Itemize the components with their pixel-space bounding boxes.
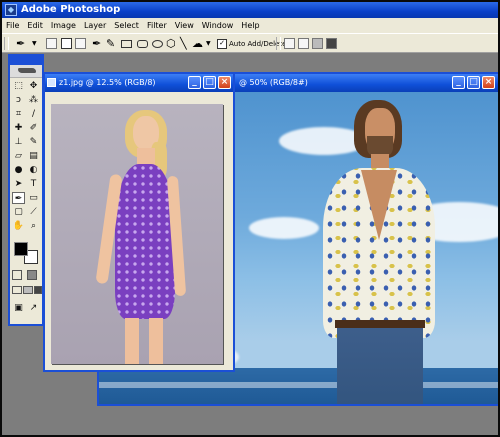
path-selection-icon[interactable]: ➤: [12, 178, 25, 190]
marquee-icon[interactable]: ⬚: [12, 80, 25, 92]
document-icon: [47, 78, 56, 87]
geometry-options-arrow-icon[interactable]: ▼: [206, 37, 211, 50]
woman-leg-right: [149, 318, 163, 364]
close-button[interactable]: ×: [482, 76, 495, 89]
blur-icon[interactable]: ●: [12, 164, 25, 176]
shape-layers-button[interactable]: [46, 38, 57, 49]
pen-tool-preset-icon[interactable]: ✒: [16, 37, 25, 50]
intersect-path-button[interactable]: [312, 38, 323, 49]
workspace: @ 50% (RGB/8#) _ □ × z1.jpg @ 12.5% (RGB…: [2, 53, 498, 435]
options-bar: ✒ ▼ ✒ ✎ ⬡ ╲ ☁ ▼ ✓ Auto Add/Delete: [2, 33, 498, 53]
subtract-from-path-button[interactable]: [298, 38, 309, 49]
slice-icon[interactable]: ∕: [27, 108, 40, 120]
magic-wand-icon[interactable]: ⁂: [27, 94, 40, 106]
type-icon[interactable]: T: [27, 178, 40, 190]
add-to-path-button[interactable]: [284, 38, 295, 49]
cloud: [249, 217, 319, 239]
line-shape-icon[interactable]: ╲: [180, 37, 187, 50]
screen-mode-full-icon[interactable]: [34, 286, 42, 294]
app-title: Adobe Photoshop: [21, 4, 121, 15]
pen-icon[interactable]: ✒: [12, 192, 25, 204]
custom-shape-icon[interactable]: ☁: [192, 37, 203, 50]
lasso-icon[interactable]: ↄ: [12, 94, 25, 106]
woman-leg-left: [125, 318, 139, 364]
shape-icon[interactable]: ▭: [27, 192, 40, 204]
menu-help[interactable]: Help: [237, 18, 263, 33]
healing-brush-icon[interactable]: ✚: [12, 122, 25, 134]
exclude-path-button[interactable]: [326, 38, 337, 49]
menu-filter[interactable]: Filter: [143, 18, 171, 33]
hand-icon[interactable]: ✋: [12, 220, 25, 232]
freeform-pen-icon[interactable]: ✎: [106, 37, 115, 50]
dodge-icon[interactable]: ◐: [27, 164, 40, 176]
crop-icon[interactable]: ⌗: [12, 108, 25, 120]
ellipse-shape-icon[interactable]: [152, 40, 163, 48]
rectangle-shape-icon[interactable]: [121, 40, 132, 48]
notes-icon[interactable]: ▢: [12, 206, 25, 218]
gradient-icon[interactable]: ▤: [27, 150, 40, 162]
surf: [99, 382, 498, 388]
eyedropper-icon[interactable]: ⟋: [27, 206, 40, 218]
menu-select[interactable]: Select: [110, 18, 143, 33]
quick-mask-icon[interactable]: [27, 270, 37, 280]
checkmark-icon: ✓: [217, 39, 227, 49]
document-title-bar-front[interactable]: z1.jpg @ 12.5% (RGB/8) _ □ ×: [45, 74, 233, 92]
standard-mode-icon[interactable]: [12, 270, 22, 280]
options-separator: [276, 37, 281, 50]
portrait-photo-canvas[interactable]: [51, 104, 223, 364]
menu-image[interactable]: Image: [47, 18, 80, 33]
foreground-color-swatch[interactable]: [14, 242, 28, 256]
maximize-button[interactable]: □: [203, 76, 216, 89]
menu-layer[interactable]: Layer: [80, 18, 110, 33]
menu-bar: File Edit Image Layer Select Filter View Window…: [2, 18, 498, 33]
options-grip: [4, 37, 9, 50]
photoshop-feather-icon[interactable]: [10, 65, 42, 78]
image-ready-icon[interactable]: ▣: [12, 302, 25, 314]
man-belt: [335, 320, 425, 328]
document-title-front: z1.jpg @ 12.5% (RGB/8): [59, 78, 156, 87]
minimize-button[interactable]: _: [452, 76, 465, 89]
menu-window[interactable]: Window: [198, 18, 238, 33]
woman-sequin-dress: [115, 164, 175, 319]
preset-dropdown-arrow-icon[interactable]: ▼: [32, 37, 37, 50]
toolbox-title-bar[interactable]: [10, 56, 42, 65]
zoom-icon[interactable]: ⌕: [27, 220, 40, 232]
paths-button[interactable]: [61, 38, 72, 49]
clone-stamp-icon[interactable]: ⊥: [12, 136, 25, 148]
minimize-button[interactable]: _: [188, 76, 201, 89]
toolbox: ⬚ ✥ ↄ ⁂ ⌗ ∕ ✚ ✐ ⊥ ✎ ▱ ▤ ● ◐ ➤ T ✒ ▭ ▢ ⟋ …: [8, 54, 44, 326]
maximize-button[interactable]: □: [467, 76, 480, 89]
menu-file[interactable]: File: [2, 18, 23, 33]
history-brush-icon[interactable]: ✎: [27, 136, 40, 148]
photoshop-window: ◆ Adobe Photoshop File Edit Image Layer Sele…: [0, 0, 500, 437]
screen-mode-full-menu-icon[interactable]: [23, 286, 33, 294]
title-bar: ◆ Adobe Photoshop: [2, 2, 498, 18]
rounded-rectangle-icon[interactable]: [137, 40, 148, 48]
brush-icon[interactable]: ✐: [27, 122, 40, 134]
polygon-shape-icon[interactable]: ⬡: [166, 37, 176, 50]
man-jeans: [337, 324, 423, 404]
jump-to-imageready-icon[interactable]: ↗: [27, 302, 40, 314]
pen-icon[interactable]: ✒: [92, 37, 101, 50]
fill-pixels-button[interactable]: [75, 38, 86, 49]
move-icon[interactable]: ✥: [27, 80, 40, 92]
close-button[interactable]: ×: [218, 76, 231, 89]
photoshop-app-icon: ◆: [5, 4, 17, 16]
screen-mode-standard-icon[interactable]: [12, 286, 22, 294]
eraser-icon[interactable]: ▱: [12, 150, 25, 162]
document-window-front[interactable]: z1.jpg @ 12.5% (RGB/8) _ □ ×: [43, 72, 235, 372]
menu-edit[interactable]: Edit: [23, 18, 47, 33]
document-title-back: @ 50% (RGB/8#): [239, 78, 308, 87]
menu-view[interactable]: View: [171, 18, 198, 33]
